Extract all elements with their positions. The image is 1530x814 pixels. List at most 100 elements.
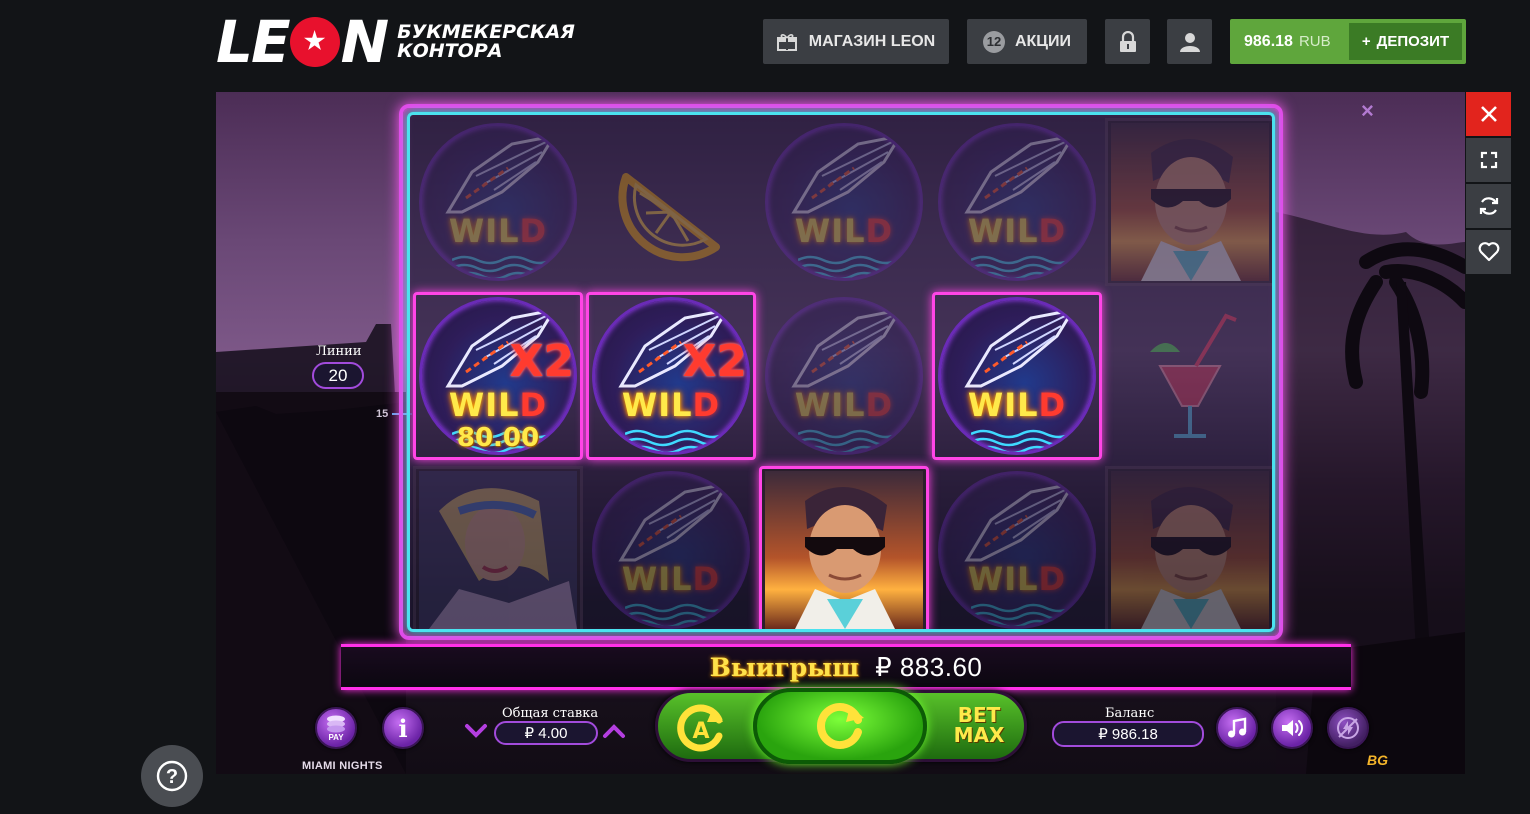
spin-button[interactable] (753, 688, 927, 764)
wild-text-main: WIL (967, 212, 1039, 250)
info-button[interactable]: i (382, 707, 424, 749)
waves-icon (625, 603, 725, 626)
autoplay-button[interactable]: A (671, 698, 731, 758)
slot-game-frame[interactable]: × Линии 20 15 WILD WILD WILD WILD X2 80.00 WIL… (216, 92, 1465, 774)
wild-text-d: D (865, 386, 894, 424)
pay-label: PAY (328, 733, 344, 742)
turbo-button[interactable] (1327, 707, 1369, 749)
bet-increase-chevron-icon[interactable] (602, 723, 626, 739)
wild-text-d: D (692, 386, 721, 424)
game-close-icon[interactable]: × (1361, 98, 1374, 124)
lock-button[interactable] (1105, 19, 1150, 64)
wild-symbol: WILD (938, 471, 1096, 629)
woman-symbol (419, 471, 577, 629)
bet-max-line-1: BET (957, 703, 1001, 727)
wild-text-main: WIL (621, 386, 693, 424)
bet-max-line-2: MAX (953, 723, 1005, 747)
wild-text: WILD (768, 386, 920, 424)
multiplier-badge: X2 (509, 336, 574, 387)
win-value: ₽ 883.60 (875, 651, 983, 682)
wild-text-d: D (1038, 386, 1067, 424)
deposit-label: ДЕПОЗИТ (1376, 33, 1450, 50)
close-icon (1480, 106, 1497, 122)
paytable-button[interactable]: PAY (315, 707, 357, 749)
waves-icon (971, 603, 1071, 626)
spin-arrow-icon (816, 703, 864, 749)
logo-subtitle-line-2: КОНТОРА (397, 40, 503, 62)
deposit-button[interactable]: + ДЕПОЗИТ (1349, 23, 1462, 60)
lock-icon (1119, 30, 1136, 52)
wild-text-main: WIL (448, 212, 520, 250)
music-note-icon (1228, 717, 1247, 738)
wild-text-main: WIL (967, 386, 1039, 424)
close-game-button[interactable] (1466, 92, 1511, 136)
game-balance-label: Баланс (1105, 706, 1155, 721)
wild-text: WILD (422, 212, 574, 250)
wild-text: WILD (941, 560, 1093, 598)
wild-symbol: WILD (419, 123, 577, 281)
logo-wordmark: LE N (216, 8, 390, 76)
wild-text: WILD (768, 212, 920, 250)
site-header: LE N БУКМЕКЕРСКАЯ КОНТОРА МАГАЗИН LEON 1… (0, 0, 1530, 92)
music-button[interactable] (1216, 707, 1258, 749)
bet-decrease-chevron-icon[interactable] (464, 723, 488, 739)
balance-amount: 986.18 (1244, 32, 1293, 50)
wild-symbol: WILD (765, 123, 923, 281)
shop-button[interactable]: МАГАЗИН LEON (763, 19, 949, 64)
promotions-label: АКЦИИ (1014, 32, 1071, 50)
bet-max-button[interactable]: BET MAX (939, 705, 1019, 745)
reel-cell (586, 118, 756, 286)
wild-symbol: WILD X2 (592, 297, 750, 455)
ship-outline-icon (964, 307, 1077, 388)
game-title: MIAMI NIGHTS (302, 760, 383, 772)
waves-icon (798, 429, 898, 452)
wild-text-d: D (519, 212, 548, 250)
leon-logo[interactable]: LE N БУКМЕКЕРСКАЯ КОНТОРА (216, 8, 575, 76)
man-with-sunglasses-symbol (1111, 123, 1269, 281)
help-glyph: ? (166, 766, 178, 788)
wild-text: WILD (941, 386, 1093, 424)
ship-outline-icon (791, 307, 904, 388)
wild-symbol: WILD (592, 471, 750, 629)
reel-cell (1105, 118, 1272, 286)
wild-text: WILD (941, 212, 1093, 250)
logo-star-icon (289, 17, 340, 67)
reels-frame: WILD WILD WILD WILD X2 80.00 WILD X2 WILD WILD WIL… (399, 104, 1283, 640)
reel-cell: WILD (932, 118, 1102, 286)
wild-text-d: D (692, 560, 721, 598)
speaker-icon (1282, 720, 1303, 736)
promotions-button[interactable]: 12 АКЦИИ (967, 19, 1087, 64)
logo-subtitle: БУКМЕКЕРСКАЯ КОНТОРА (397, 23, 575, 61)
lines-value[interactable]: 20 (312, 362, 364, 389)
reload-button[interactable] (1466, 184, 1511, 228)
payline-number: 15 (376, 408, 389, 420)
multiplier-badge: X2 (682, 336, 747, 387)
provider-logo: BG (1367, 752, 1388, 768)
logo-text-le: LE (216, 8, 291, 76)
win-label: Выигрыш (709, 652, 860, 682)
ship-outline-icon (964, 133, 1077, 214)
game-balance-value: ₽ 986.18 (1052, 721, 1204, 747)
wild-text-main: WIL (794, 386, 866, 424)
sound-button[interactable] (1271, 707, 1313, 749)
help-button[interactable]: ? (141, 745, 203, 807)
balance-widget[interactable]: 986.18 RUB + ДЕПОЗИТ (1230, 19, 1466, 64)
cell-win-amount: 80.00 (456, 423, 540, 453)
wild-text-d: D (519, 386, 548, 424)
wild-text-d: D (1038, 560, 1067, 598)
waves-icon (971, 255, 1071, 278)
favorite-button[interactable] (1466, 230, 1511, 274)
promo-count-badge: 12 (982, 30, 1005, 53)
gift-icon (776, 33, 797, 51)
reel-cell: WILD (759, 292, 929, 460)
refresh-icon (1479, 197, 1498, 215)
wild-text: WILD (595, 386, 747, 424)
reel-cell (1105, 466, 1272, 629)
reel-cell: WILD (413, 118, 583, 286)
fullscreen-button[interactable] (1466, 138, 1511, 182)
total-bet-value: ₽ 4.00 (494, 721, 598, 745)
balance-currency: RUB (1298, 33, 1331, 50)
reel-cell: WILD (932, 292, 1102, 460)
profile-button[interactable] (1167, 19, 1212, 64)
logo-text-n: N (340, 8, 390, 76)
